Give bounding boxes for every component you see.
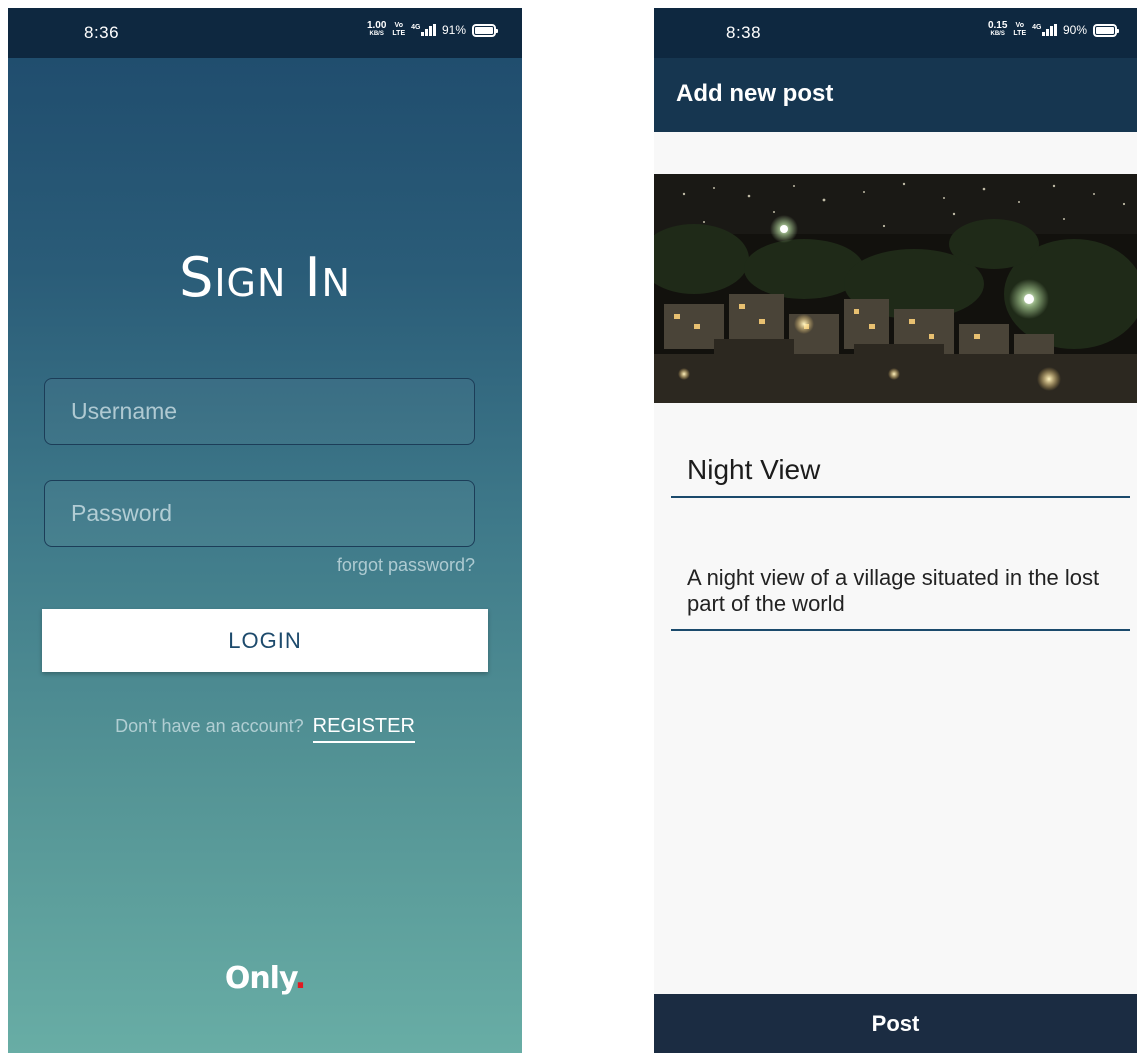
password-input[interactable] — [45, 481, 474, 546]
volte-top: Vo — [1015, 22, 1024, 29]
app-bar: Add new post — [654, 58, 1137, 132]
post-title-field — [671, 443, 1130, 498]
network-type: 4G — [1032, 24, 1042, 31]
register-link[interactable]: REGISTER — [312, 715, 415, 743]
app-logo: Only. — [8, 961, 522, 996]
signal-icon: 4G — [411, 24, 436, 36]
battery-percent: 91% — [441, 23, 466, 37]
status-bar: 8:36 1.00 KB/S Vo LTE 4G 91% — [8, 8, 522, 58]
net-speed-value: 1.00 — [366, 20, 387, 31]
no-account-text: Don't have an account? — [115, 716, 304, 736]
status-icons: 1.00 KB/S Vo LTE 4G 91% — [366, 20, 498, 38]
password-field-container — [44, 480, 475, 547]
net-speed-unit: KB/S — [990, 31, 1005, 37]
status-bar: 8:38 0.15 KB/S Vo LTE 4G 90% — [654, 8, 1137, 58]
battery-percent: 90% — [1062, 23, 1087, 37]
forgot-password-link[interactable]: forgot password? — [337, 555, 475, 576]
volte-top: Vo — [394, 22, 403, 29]
battery-icon — [472, 23, 498, 37]
post-title-input[interactable] — [671, 443, 1130, 496]
logo-dot: . — [294, 961, 306, 996]
username-input[interactable] — [45, 379, 474, 444]
post-description-field: A night view of a village situated in th… — [671, 560, 1130, 631]
add-post-screen: 8:38 0.15 KB/S Vo LTE 4G 90% Add new pos… — [654, 8, 1137, 1053]
status-time: 8:36 — [84, 23, 120, 42]
volte-bottom: LTE — [392, 30, 406, 37]
status-icons: 0.15 KB/S Vo LTE 4G 90% — [987, 20, 1119, 38]
net-speed-indicator: 1.00 KB/S — [366, 20, 387, 38]
network-type: 4G — [411, 24, 421, 31]
username-field-container — [44, 378, 475, 445]
login-button[interactable]: LOGIN — [42, 609, 488, 672]
signin-screen: 8:36 1.00 KB/S Vo LTE 4G 91% Sign In Use… — [8, 8, 522, 1053]
volte-icon: Vo LTE — [1013, 22, 1026, 38]
signal-bars — [1042, 24, 1057, 36]
post-image[interactable] — [654, 174, 1137, 403]
net-speed-value: 0.15 — [987, 20, 1008, 31]
post-description-input[interactable]: A night view of a village situated in th… — [671, 560, 1130, 629]
logo-text: Only — [224, 961, 296, 996]
volte-icon: Vo LTE — [392, 22, 405, 38]
register-row: Don't have an account? REGISTER — [8, 715, 522, 743]
volte-bottom: LTE — [1013, 30, 1027, 37]
post-button[interactable]: Post — [654, 994, 1137, 1053]
status-time: 8:38 — [726, 23, 762, 42]
net-speed-indicator: 0.15 KB/S — [987, 20, 1008, 38]
page-title: Sign In — [179, 246, 351, 309]
app-bar-title: Add new post — [676, 80, 834, 107]
net-speed-unit: KB/S — [369, 31, 384, 37]
night-city-photo — [654, 174, 1137, 403]
battery-icon — [1093, 23, 1119, 37]
signal-icon: 4G — [1032, 24, 1057, 36]
signal-bars — [421, 24, 436, 36]
